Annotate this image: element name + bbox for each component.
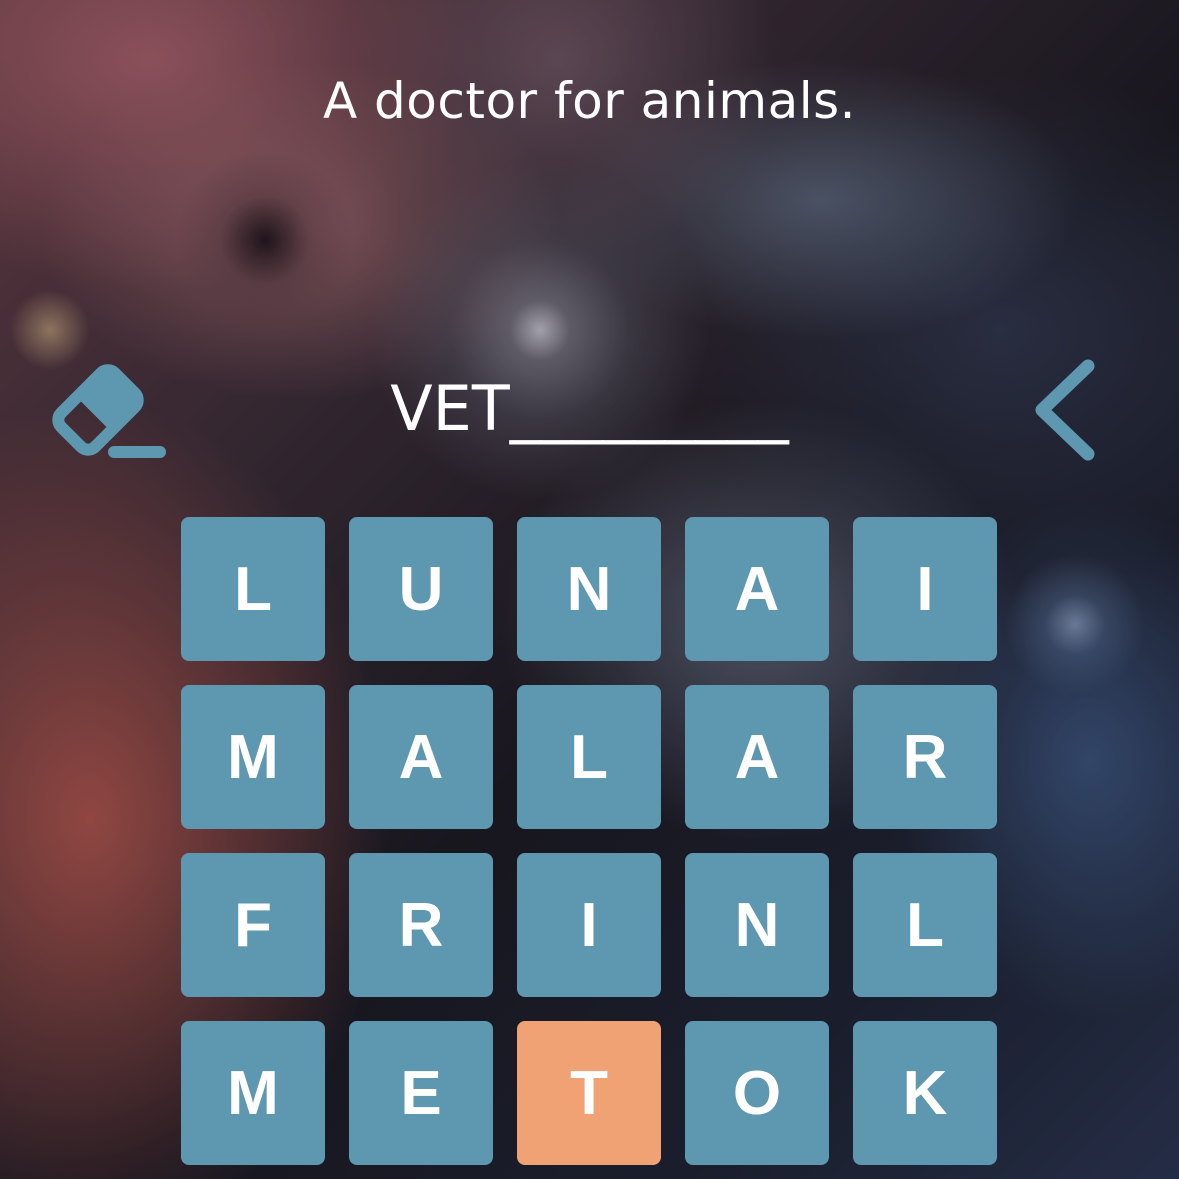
letter-tile[interactable]: A	[685, 685, 829, 829]
letter-tile[interactable]: F	[181, 853, 325, 997]
letter-tile[interactable]: I	[853, 517, 997, 661]
letter-tile[interactable]: A	[349, 685, 493, 829]
letter-tile[interactable]: N	[685, 853, 829, 997]
letter-tile[interactable]: K	[853, 1021, 997, 1165]
chevron-left-icon	[1035, 359, 1095, 461]
letter-tile[interactable]: L	[853, 853, 997, 997]
letter-tile[interactable]: E	[349, 1021, 493, 1165]
letter-tile[interactable]: L	[181, 517, 325, 661]
answer-field: VET_________	[390, 372, 789, 445]
back-button[interactable]	[1026, 356, 1106, 464]
clue-text: A doctor for animals.	[322, 72, 857, 130]
letter-tile[interactable]: A	[685, 517, 829, 661]
game-screen: A doctor for animals. VET_________ LUNAI…	[0, 0, 1179, 1179]
letter-tile[interactable]: L	[517, 685, 661, 829]
letter-tile[interactable]: R	[349, 853, 493, 997]
letter-tile[interactable]: M	[181, 685, 325, 829]
letter-tile[interactable]: U	[349, 517, 493, 661]
letter-tile[interactable]: O	[685, 1021, 829, 1165]
letter-tile[interactable]: N	[517, 517, 661, 661]
letter-tile[interactable]: M	[181, 1021, 325, 1165]
letter-tile[interactable]: R	[853, 685, 997, 829]
letter-tile[interactable]: I	[517, 853, 661, 997]
letter-tile-selected[interactable]: T	[517, 1021, 661, 1165]
letter-grid: LUNAIMALARFRINLMETOK	[181, 517, 997, 1165]
